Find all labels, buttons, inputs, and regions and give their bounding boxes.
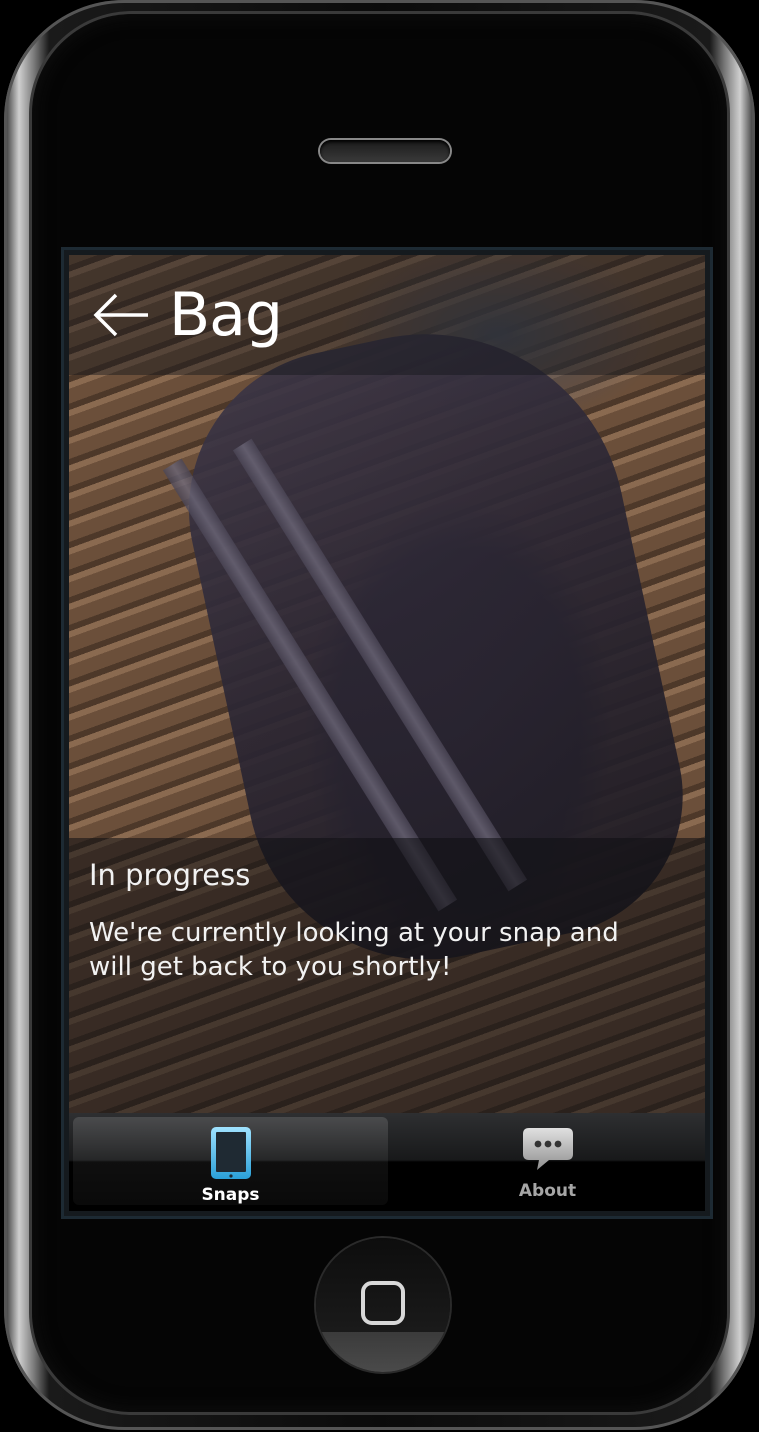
tab-about[interactable]: About xyxy=(390,1113,705,1211)
tab-label-about: About xyxy=(518,1181,577,1201)
status-title: In progress xyxy=(89,858,251,892)
chat-bubble-icon-svg xyxy=(522,1128,573,1170)
earpiece-speaker xyxy=(320,140,450,162)
arrow-left-icon[interactable] xyxy=(91,285,151,345)
status-panel: In progress We're currently looking at y… xyxy=(69,838,705,1113)
snap-photo: Bag In progress We're currently looking … xyxy=(69,255,705,1113)
tab-label-snaps: Snaps xyxy=(201,1185,260,1205)
nav-header: Bag xyxy=(69,255,705,375)
tablet-icon xyxy=(201,1123,261,1183)
chat-bubble-icon xyxy=(518,1119,578,1179)
tab-bar: Snaps About xyxy=(69,1113,705,1211)
status-message: We're currently looking at your snap and… xyxy=(89,918,619,982)
tablet-icon-svg xyxy=(210,1127,251,1179)
page-title: Bag xyxy=(169,280,283,350)
home-button[interactable] xyxy=(316,1238,450,1372)
arrow-left-icon-svg xyxy=(93,293,148,337)
app-screen: Bag In progress We're currently looking … xyxy=(64,250,710,1216)
tab-snaps[interactable]: Snaps xyxy=(73,1117,388,1205)
home-square-icon xyxy=(361,1281,405,1325)
